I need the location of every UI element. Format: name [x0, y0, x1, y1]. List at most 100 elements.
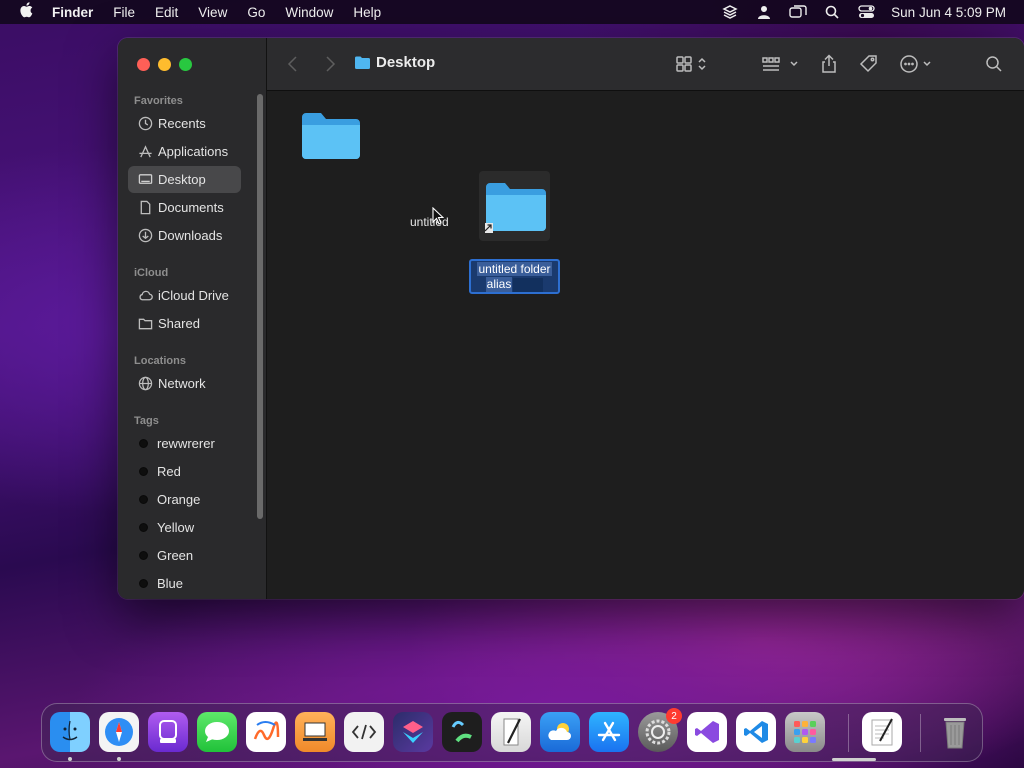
- sidebar: Favorites Recents Applications Desktop D…: [118, 38, 267, 599]
- menu-go[interactable]: Go: [237, 5, 275, 20]
- globe-icon: [137, 376, 153, 392]
- sidebar-item-network[interactable]: Network: [128, 370, 241, 397]
- app-menu-finder[interactable]: Finder: [52, 5, 103, 20]
- stocks-icon[interactable]: [442, 712, 482, 752]
- sidebar-header-icloud: iCloud: [134, 267, 169, 279]
- rename-field[interactable]: untitled folder alias: [469, 259, 560, 294]
- sidebar-tag-blue[interactable]: Blue: [128, 570, 241, 597]
- dock-separator: [920, 714, 921, 752]
- sidebar-header-tags: Tags: [134, 415, 159, 427]
- sidebar-item-label: Shared: [158, 316, 200, 331]
- menu-bar: Finder File Edit View Go Window Help Sun…: [0, 0, 1024, 24]
- screen-mirroring-icon[interactable]: [781, 5, 815, 19]
- view-mode-button[interactable]: [675, 53, 709, 75]
- clock-icon: [137, 116, 153, 132]
- cloud-icon: [137, 288, 153, 304]
- close-window-button[interactable]: [137, 58, 150, 71]
- sidebar-item-label: Green: [157, 548, 194, 563]
- control-center-icon[interactable]: [849, 5, 883, 19]
- freeform-icon[interactable]: [246, 712, 286, 752]
- sidebar-item-shared[interactable]: Shared: [128, 310, 241, 337]
- more-actions-button[interactable]: [899, 53, 935, 75]
- tag-button[interactable]: [859, 53, 879, 75]
- trash-icon[interactable]: [935, 712, 975, 752]
- group-by-button[interactable]: [761, 53, 801, 75]
- menu-view[interactable]: View: [188, 5, 237, 20]
- script-editor-icon[interactable]: [344, 712, 384, 752]
- search-button[interactable]: [985, 53, 1003, 75]
- sidebar-item-downloads[interactable]: Downloads: [128, 222, 241, 249]
- menu-help[interactable]: Help: [343, 5, 391, 20]
- rename-text-line2: alias: [485, 277, 513, 292]
- sidebar-header-locations: Locations: [134, 355, 186, 367]
- toolbar: Desktop: [267, 38, 1024, 91]
- menu-clock[interactable]: Sun Jun 4 5:09 PM: [891, 5, 1006, 20]
- notification-badge: 2: [666, 708, 682, 724]
- tag-dot-icon: [139, 523, 148, 532]
- sidebar-item-desktop[interactable]: Desktop: [128, 166, 241, 193]
- sidebar-item-label: Orange: [157, 492, 201, 507]
- sidebar-scrollbar[interactable]: [257, 94, 263, 519]
- safari-icon[interactable]: [99, 712, 139, 752]
- launchpad-icon[interactable]: [785, 712, 825, 752]
- sidebar-item-label: rewwrerer: [157, 436, 215, 451]
- sidebar-item-applications[interactable]: Applications: [128, 138, 241, 165]
- system-settings-icon[interactable]: 2: [638, 708, 682, 752]
- sidebar-item-label: Desktop: [158, 172, 206, 187]
- folder-icon: [355, 56, 370, 69]
- sidebar-tag-yellow[interactable]: Yellow: [128, 514, 241, 541]
- script-icon[interactable]: [491, 712, 531, 752]
- ellipsis-circle-icon: [900, 55, 931, 73]
- menu-window[interactable]: Window: [275, 5, 343, 20]
- tag-icon: [859, 55, 877, 73]
- tag-dot-icon: [139, 439, 148, 448]
- sidebar-tag-rewwrerer[interactable]: rewwrerer: [128, 430, 241, 457]
- slides-icon[interactable]: [295, 712, 335, 752]
- app-store-icon[interactable]: [589, 712, 629, 752]
- chevron-right-icon: [326, 56, 336, 72]
- sidebar-tag-orange[interactable]: Orange: [128, 486, 241, 513]
- back-button[interactable]: [287, 53, 299, 75]
- folder-alias-icon[interactable]: [483, 181, 547, 240]
- user-icon[interactable]: [747, 5, 781, 19]
- layers-icon[interactable]: [713, 4, 747, 20]
- folder-icon[interactable]: [301, 111, 361, 166]
- file-browser-content[interactable]: untitled untitled folder alias: [267, 91, 1024, 599]
- search-icon: [986, 56, 1002, 72]
- sidebar-item-label: Red: [157, 464, 181, 479]
- applications-icon: [137, 144, 153, 160]
- tag-dot-icon: [139, 579, 148, 588]
- podcasts-icon[interactable]: [148, 712, 188, 752]
- tag-dot-icon: [139, 467, 148, 476]
- messages-icon[interactable]: [197, 712, 237, 752]
- shortcuts-icon[interactable]: [393, 712, 433, 752]
- share-button[interactable]: [820, 53, 838, 75]
- forward-button[interactable]: [324, 53, 336, 75]
- apple-menu-icon[interactable]: [0, 2, 52, 22]
- weather-icon[interactable]: [540, 712, 580, 752]
- menu-file[interactable]: File: [103, 5, 145, 20]
- zoom-window-button[interactable]: [179, 58, 192, 71]
- menu-edit[interactable]: Edit: [145, 5, 188, 20]
- finder-window: Favorites Recents Applications Desktop D…: [118, 38, 1024, 599]
- sidebar-tag-green[interactable]: Green: [128, 542, 241, 569]
- sidebar-item-documents[interactable]: Documents: [128, 194, 241, 221]
- textedit-icon[interactable]: [862, 712, 902, 752]
- document-icon: [137, 200, 153, 216]
- window-title: Desktop: [355, 54, 435, 71]
- dock-scroll-indicator: [832, 758, 876, 761]
- vscode-icon[interactable]: [736, 712, 776, 752]
- mouse-cursor-icon: [432, 206, 445, 230]
- visual-studio-icon[interactable]: [687, 712, 727, 752]
- share-icon: [822, 54, 836, 73]
- sidebar-item-recents[interactable]: Recents: [128, 110, 241, 137]
- sidebar-tag-red[interactable]: Red: [128, 458, 241, 485]
- rename-text-line1: untitled folder: [477, 262, 552, 276]
- sidebar-item-icloud-drive[interactable]: iCloud Drive: [128, 282, 241, 309]
- minimize-window-button[interactable]: [158, 58, 171, 71]
- sidebar-item-label: Recents: [158, 116, 206, 131]
- running-indicator: [117, 757, 121, 761]
- finder-icon[interactable]: [50, 712, 90, 752]
- group-grid-icon: [762, 57, 798, 71]
- spotlight-search-icon[interactable]: [815, 5, 849, 19]
